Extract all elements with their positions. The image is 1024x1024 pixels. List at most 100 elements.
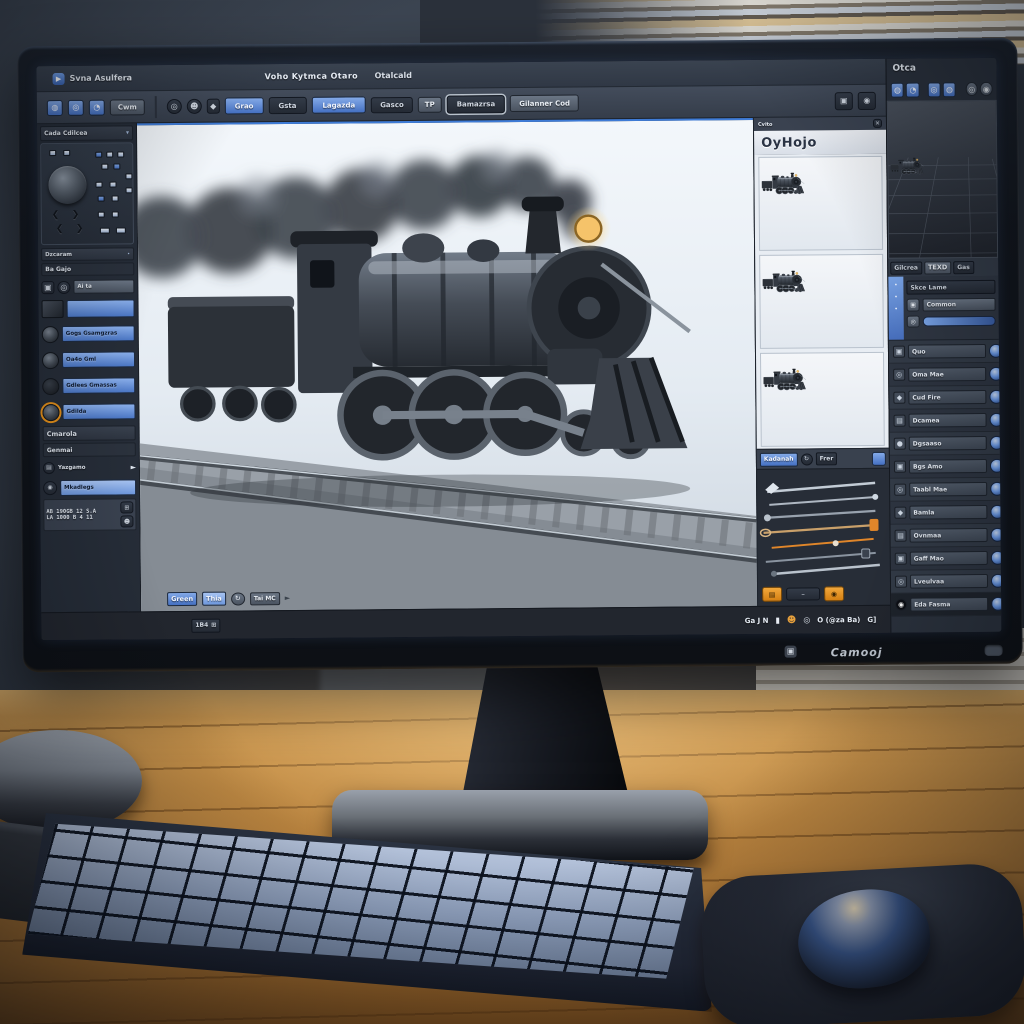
inspector-row[interactable]: ▤Ovnmaa xyxy=(890,524,1000,548)
row-knob[interactable] xyxy=(990,482,1001,496)
tp-button[interactable]: TP xyxy=(418,96,442,112)
tab-texd[interactable]: TEXD xyxy=(924,261,951,274)
tab-frer[interactable]: Frer xyxy=(816,452,838,465)
nav-arrow-icon[interactable]: ❮ xyxy=(52,210,60,220)
gilanner-button[interactable]: Gilanner Cod xyxy=(510,94,579,112)
grao-button[interactable]: Grao xyxy=(225,97,264,114)
nav-grid-button[interactable] xyxy=(112,195,119,201)
inspector-row-selected[interactable]: ◉Eda Fasma xyxy=(891,593,1001,617)
skce-row[interactable]: Skce Lame xyxy=(906,280,995,295)
sub-slider[interactable] xyxy=(923,316,996,327)
preview-3d-viewport[interactable] xyxy=(887,100,998,259)
row-knob[interactable] xyxy=(991,574,1002,588)
nav-side-button[interactable] xyxy=(126,187,133,193)
bamazrsa-button[interactable]: Bamazrsa xyxy=(447,95,506,114)
nav-grid-button[interactable] xyxy=(117,151,124,157)
row-knob[interactable] xyxy=(990,505,1001,519)
nav-grid-button[interactable] xyxy=(101,164,108,170)
refresh-icon[interactable]: ↻ xyxy=(801,453,813,465)
row-knob[interactable] xyxy=(989,390,1001,404)
lock-tool-icon[interactable]: ◆ xyxy=(207,99,220,114)
genma-row[interactable]: Genmai xyxy=(43,442,136,457)
row-knob[interactable] xyxy=(991,551,1002,565)
refresh-icon[interactable]: ↻ xyxy=(231,592,245,605)
nav-grid-button[interactable] xyxy=(113,163,120,169)
close-icon[interactable]: × xyxy=(873,119,882,128)
inspector-row[interactable]: ▣Bgs Amo xyxy=(890,455,1000,479)
inspector-row[interactable]: ●Dgsaaso xyxy=(890,432,1000,456)
tool-orange-button-2[interactable]: ◉ xyxy=(824,586,844,601)
nav-arrow-icon[interactable]: ❯ xyxy=(72,210,80,220)
nav-grid-button[interactable] xyxy=(95,182,102,188)
main-canvas[interactable]: Green Thia ↻ Tai MC ► xyxy=(137,118,757,611)
row-knob[interactable] xyxy=(989,344,1002,358)
inspector-row[interactable]: ▤Dcamea xyxy=(889,409,999,433)
chip-label[interactable]: Ai ta xyxy=(73,279,134,294)
tab-gas[interactable]: Gas xyxy=(953,261,974,274)
nav-mini-button[interactable] xyxy=(49,150,56,156)
sidebar-item[interactable]: Gogs Gsamgzras xyxy=(42,321,135,346)
tai-label[interactable]: Tai MC xyxy=(250,592,280,605)
sub-ball-button[interactable]: ◎ xyxy=(907,316,920,328)
inspector-row[interactable]: ◆Bamla xyxy=(890,501,1000,525)
inspector-row[interactable]: ▣Quo xyxy=(889,340,999,364)
sidebar-item[interactable]: Gdlees Gmassas xyxy=(42,373,135,398)
nav-grid-button[interactable] xyxy=(109,182,116,188)
row-knob[interactable] xyxy=(991,597,1001,611)
inspector-row[interactable]: ◎Taabl Mae xyxy=(890,478,1000,502)
status-left-chip[interactable]: 1B4 ⊞ xyxy=(191,618,220,632)
row-knob[interactable] xyxy=(989,367,1001,381)
locomotive-thumbnail[interactable] xyxy=(759,254,884,349)
yaz-row[interactable]: ▤ Yazgamo ► xyxy=(43,458,136,476)
navigator-panel[interactable]: ❮ ❯ ❮ ❯ xyxy=(40,142,134,245)
view-grey-button-1[interactable]: ◎ xyxy=(965,82,978,96)
subpanel-icon-column[interactable]: • • • xyxy=(888,277,904,340)
nav-grid-button[interactable] xyxy=(95,152,102,158)
sidebar-field-1[interactable]: Dzcaram • xyxy=(41,247,134,261)
box-icon[interactable]: ▣ xyxy=(41,281,54,294)
view-grey-button-2[interactable]: ◉ xyxy=(980,82,993,96)
row-knob[interactable] xyxy=(990,459,1002,473)
inspector-row[interactable]: ◎Oma Mae xyxy=(889,363,999,387)
circle-tool-icon[interactable]: ◎ xyxy=(167,99,182,114)
tool-ball-button-3[interactable]: ◔ xyxy=(89,99,105,115)
nav-mini-button[interactable] xyxy=(63,150,70,156)
add-tab-button[interactable] xyxy=(872,451,886,465)
locomotive-thumbnail[interactable] xyxy=(758,156,883,251)
nav-grid-button[interactable] xyxy=(112,211,119,217)
green-button[interactable]: Green xyxy=(167,592,197,606)
nav-grid-button[interactable] xyxy=(106,152,113,158)
nav-arrow-icon[interactable]: ❯ xyxy=(76,224,84,234)
panel-toggle-button-2[interactable]: ◉ xyxy=(858,91,876,109)
tool-ball-button-2[interactable]: ◎ xyxy=(68,99,84,115)
tab-gilcrea[interactable]: Gilcrea xyxy=(890,261,922,274)
row-knob[interactable] xyxy=(991,528,1002,542)
person-button[interactable]: ☻ xyxy=(120,515,133,527)
common-row[interactable]: Common xyxy=(923,298,996,312)
tool-orange-button-1[interactable]: ▤ xyxy=(762,587,782,602)
person-tool-icon[interactable]: ☻ xyxy=(187,99,202,114)
view-ball-button-4[interactable]: ◍ xyxy=(943,82,957,97)
inspector-row[interactable]: ◎Lveulvaa xyxy=(891,570,1001,594)
tool-dark-button[interactable]: – xyxy=(786,587,820,600)
gasco-button[interactable]: Gasco xyxy=(371,96,413,112)
lagazda-button[interactable]: Lagazda xyxy=(311,96,366,113)
trackball-sphere[interactable] xyxy=(48,166,86,204)
grid-button[interactable]: ⊞ xyxy=(120,501,133,513)
photos-titlebar[interactable]: Cvito × xyxy=(754,117,886,131)
row-knob[interactable] xyxy=(990,436,1002,450)
nav-grid-button[interactable] xyxy=(98,196,105,202)
view-ball-button-3[interactable]: ◎ xyxy=(927,82,941,97)
sidebar-item-selected[interactable]: Gdilda xyxy=(42,399,135,424)
sidebar-thumb-row[interactable] xyxy=(41,297,134,320)
sidebar-section-view[interactable]: Cada Cdilcea ▾ xyxy=(40,125,133,141)
field2-row[interactable]: ◉ Mkadlegs xyxy=(43,477,136,497)
sidebar-item[interactable]: Oa4o Gml xyxy=(42,347,135,372)
nav-grid-button[interactable] xyxy=(98,212,105,218)
view-ball-button-1[interactable]: ◍ xyxy=(891,82,905,97)
gsta-button[interactable]: Gsta xyxy=(268,97,306,114)
sub-box-button[interactable]: ▣ xyxy=(907,299,920,312)
view-ball-button-2[interactable]: ◔ xyxy=(906,82,920,97)
nav-num-button[interactable] xyxy=(116,227,126,233)
tab-kadanah[interactable]: Kadanah xyxy=(760,452,798,466)
